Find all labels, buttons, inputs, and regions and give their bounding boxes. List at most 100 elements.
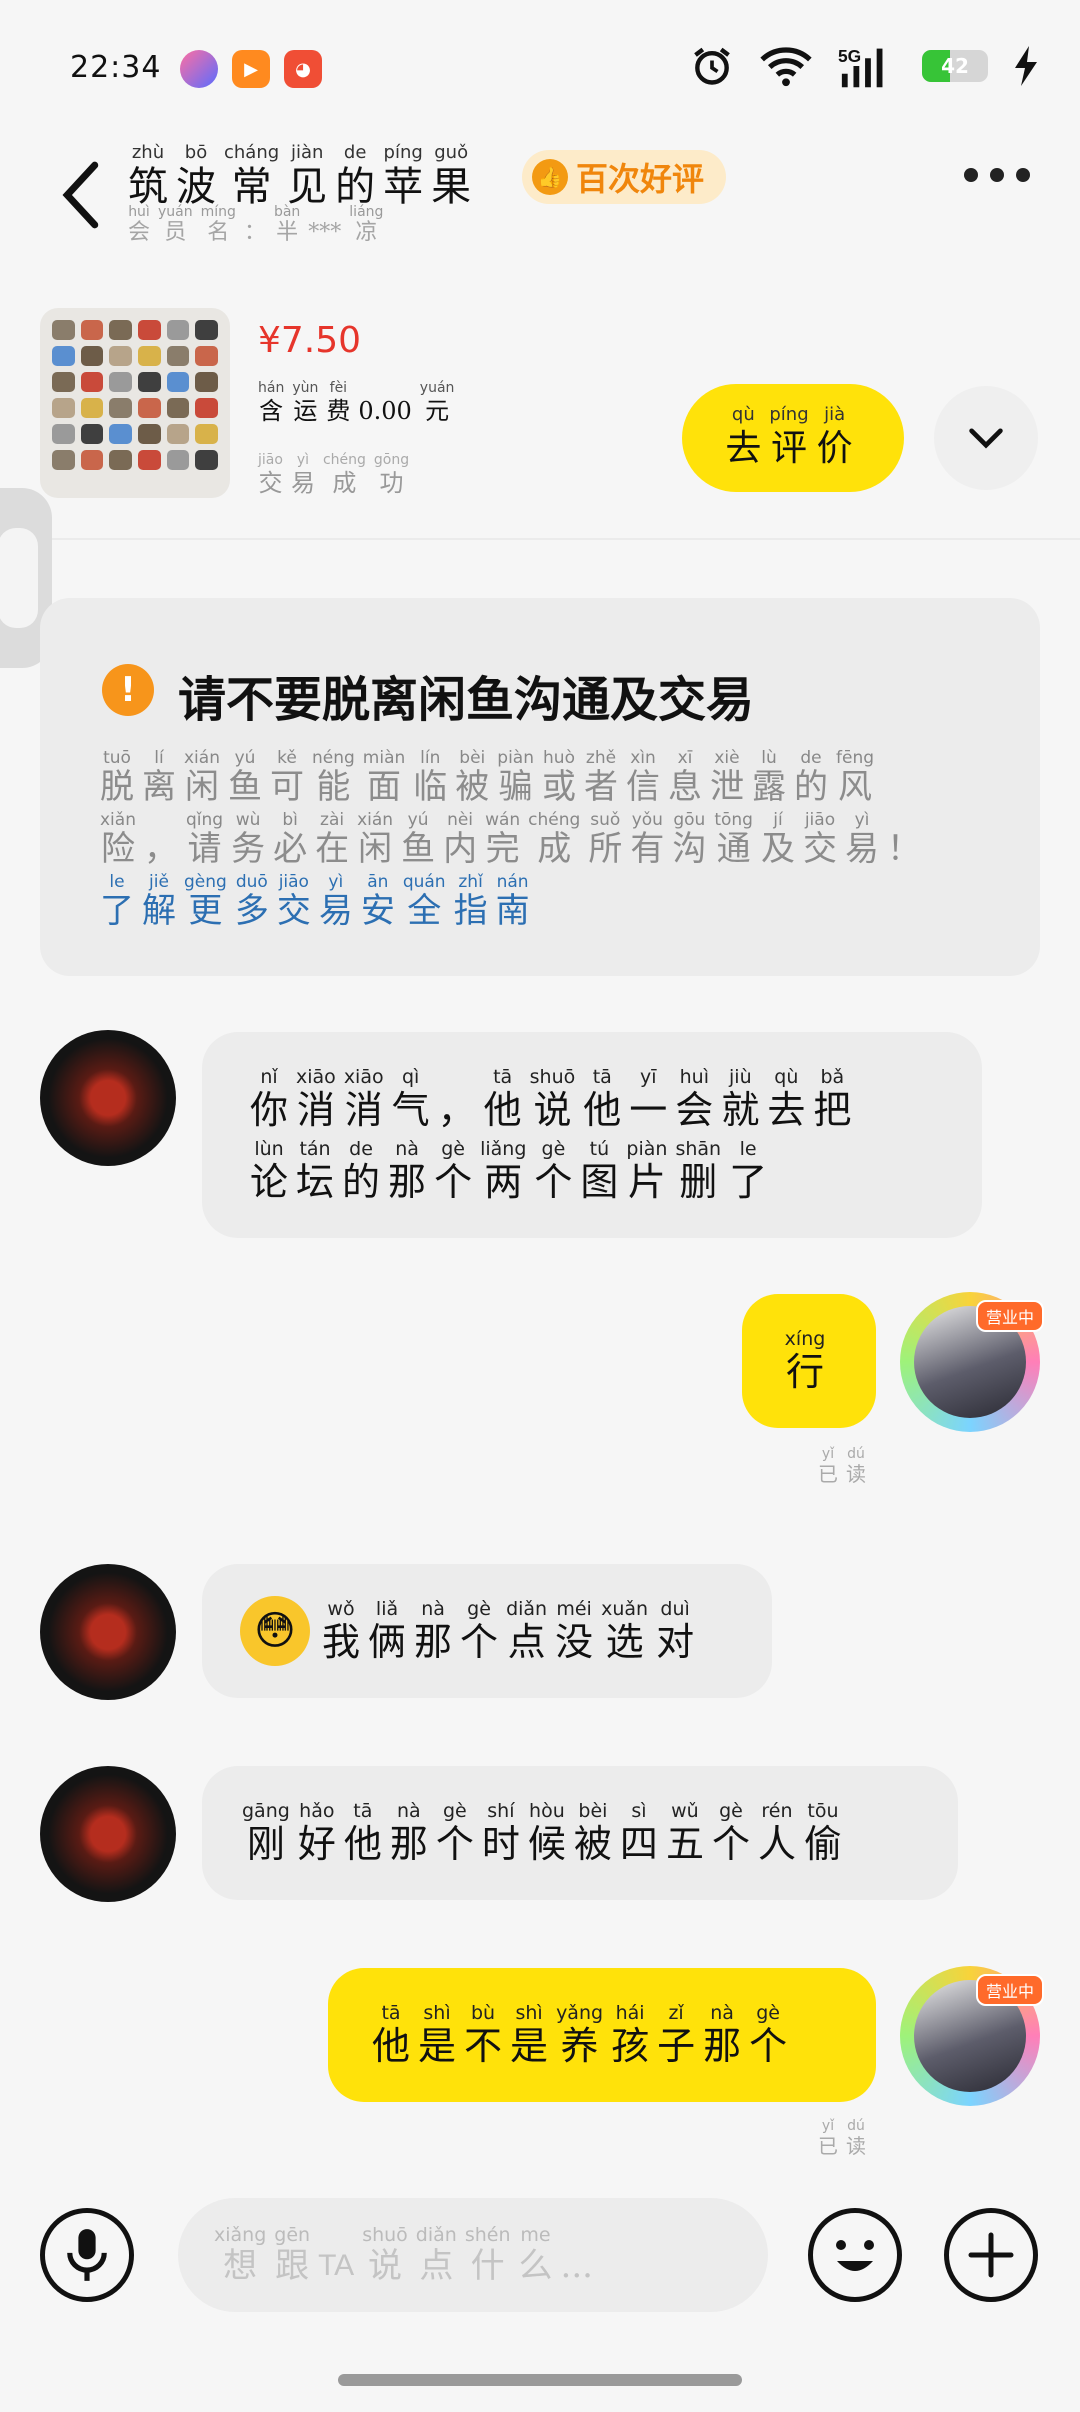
message-bubble-self[interactable]: tā 他 shì 是 bù 不 shì 是 yǎng 养 hái 孩 zǐ 子 nà 那 gè 个 — [328, 1968, 876, 2102]
ruby-char: bō 波 — [176, 142, 216, 210]
ruby-char: tā 他 — [583, 1066, 622, 1132]
ruby-char: nà 那 — [388, 1138, 427, 1204]
ruby-char: cháng 常 — [224, 142, 280, 210]
ruby-char: huò 或 — [542, 748, 576, 807]
ruby-char: bù 不 — [464, 2002, 503, 2068]
product-tile — [52, 346, 75, 366]
product-tile — [137, 320, 161, 340]
ruby-char: nà 那 — [389, 1800, 428, 1866]
ruby-char: 0.00 — [358, 397, 412, 425]
product-tile — [52, 398, 75, 418]
product-tile — [109, 320, 132, 340]
ruby-char: lùn 论 — [250, 1138, 289, 1204]
ruby-char: yú 鱼 — [227, 748, 262, 807]
product-tile — [137, 398, 161, 418]
message-bubble[interactable]: 😳 wǒ 我 liǎ 俩 nà 那 gè 个 diǎn 点 méi 没 xuǎn 选 duì 对 — [202, 1564, 772, 1698]
read-receipt: yǐ 已 dú 读 — [818, 2118, 874, 2158]
ruby-char: suǒ 所 — [588, 810, 623, 869]
product-tile — [195, 398, 218, 418]
review-button[interactable]: qù 去 píng 评 jià 价 — [682, 384, 904, 492]
ruby-char: jiě 解 — [142, 872, 176, 931]
message-bubble[interactable]: gāng 刚 hǎo 好 tā 他 nà 那 gè 个 shí 时 hòu 候 bèi 被 sì 四 wǔ 五 gè 个 r… — [202, 1766, 958, 1900]
product-tile — [109, 372, 132, 392]
thumbs-up-icon: 👍 — [532, 159, 568, 195]
ruby-char: shān 删 — [675, 1138, 722, 1204]
product-tile — [137, 424, 161, 444]
avatar-self[interactable]: 营业中 — [900, 1966, 1044, 2106]
ruby-char: gè 个 — [711, 1800, 750, 1866]
ruby-char: qù 去 — [767, 1066, 806, 1132]
notice-body: tuō 脱 lí 离 xián 闲 yú 鱼 kě 可 néng 能 miàn 面 lín 临 bèi 被 piàn… — [100, 748, 980, 934]
product-tile — [52, 320, 75, 340]
product-tile — [109, 450, 132, 470]
ruby-char: méi 没 — [555, 1598, 594, 1664]
ruby-char: miàn 面 — [362, 748, 406, 807]
ruby-char: gōu 沟 — [672, 810, 707, 869]
ruby-char: yuán 员 — [158, 204, 193, 245]
ruby-char: bì 必 — [273, 810, 308, 869]
ruby-char: nà 那 — [703, 2002, 742, 2068]
shopping-app-icon: ◕ — [284, 50, 322, 88]
expand-button[interactable] — [934, 386, 1038, 490]
shipping-fee: hán 含 yùn 运 fèi 费 0.00 yuán 元 — [258, 380, 462, 426]
ruby-char: yǐ 已 — [818, 2118, 838, 2158]
ruby-char: jí 及 — [760, 810, 795, 869]
ruby-char: liǎng 两 — [480, 1138, 527, 1204]
more-options-button[interactable] — [964, 168, 1030, 182]
ruby-char: jiàn 见 — [287, 142, 328, 210]
flushed-emoji-icon: 😳 — [240, 1596, 310, 1666]
avatar-other[interactable] — [40, 1030, 176, 1166]
message-input[interactable]: xiǎng 想 gēn 跟 TA shuō 说 diǎn 点 shén 什 me 么 ... — [178, 2198, 768, 2312]
ruby-char: diǎn 点 — [415, 2224, 457, 2286]
ruby-char: gōng 功 — [373, 452, 410, 497]
battery-indicator: 42 — [922, 50, 988, 82]
ruby-char: shuō 说 — [362, 2224, 408, 2286]
plus-icon — [968, 2232, 1014, 2278]
product-tile — [80, 450, 104, 470]
ruby-char: quán 全 — [402, 872, 446, 931]
emoji-button[interactable] — [808, 2208, 902, 2302]
ruby-char: me 么 — [518, 2224, 553, 2286]
message-bubble-self[interactable]: xíng 行 — [742, 1294, 876, 1428]
svg-text:5G: 5G — [838, 46, 861, 66]
read-receipt: yǐ 已 dú 读 — [818, 1446, 874, 1486]
ruby-char: yùn 运 — [292, 380, 319, 425]
safety-guide-link[interactable]: le 了 jiě 解 gèng 更 duō 多 jiāo 交 yì 易 ān 安 quán 全 zhǐ 指 nán 南 — [100, 872, 980, 930]
product-tile — [80, 398, 104, 418]
ruby-char: xián 闲 — [184, 748, 220, 807]
product-tile — [166, 372, 190, 392]
ruby-char: gāng 刚 — [242, 1800, 290, 1866]
ruby-char: nèi 内 — [443, 810, 478, 869]
ruby-char: ... — [560, 2246, 593, 2286]
product-image[interactable] — [40, 308, 230, 498]
ruby-char: rén 人 — [757, 1800, 796, 1866]
ruby-char: gè 个 — [435, 1800, 474, 1866]
ruby-char: jiù 就 — [721, 1066, 760, 1132]
ruby-char: tōng 通 — [714, 810, 753, 869]
trade-status: jiāo 交 yì 易 chéng 成 gōng 功 — [258, 452, 417, 498]
ruby-char: guǒ 果 — [431, 142, 472, 210]
ruby-char: tā 他 — [372, 2002, 411, 2068]
member-name: huì 会 yuán 员 míng 名 ： bàn 半 *** liáng 凉 — [128, 204, 479, 246]
ruby-char: bǎ 把 — [813, 1066, 852, 1132]
product-tile — [80, 372, 104, 392]
smiley-icon — [836, 2240, 874, 2271]
voice-button[interactable] — [40, 2208, 134, 2302]
ruby-char: ， — [437, 1088, 476, 1132]
avatar-other[interactable] — [40, 1766, 176, 1902]
ruby-char: dú 读 — [846, 2118, 866, 2158]
ruby-char: lín 临 — [413, 748, 448, 807]
back-button[interactable] — [58, 160, 108, 230]
ruby-char: tā 他 — [483, 1066, 522, 1132]
more-actions-button[interactable] — [944, 2208, 1038, 2302]
avatar-other[interactable] — [40, 1564, 176, 1700]
ruby-char: yuán 元 — [419, 380, 455, 425]
product-tile — [137, 346, 161, 366]
product-tile — [166, 424, 190, 444]
ruby-char: tú 图 — [580, 1138, 619, 1204]
ruby-char: bèi 被 — [573, 1800, 612, 1866]
message-bubble[interactable]: nǐ 你 xiāo 消 xiāo 消 qì 气 ， tā 他 shuō 说 tā 他 yī 一 huì 会 jiù 就… — [202, 1032, 982, 1238]
avatar-self[interactable]: 营业中 — [900, 1292, 1044, 1432]
ruby-char: dú 读 — [846, 1446, 866, 1486]
ruby-char: ， — [143, 829, 178, 869]
